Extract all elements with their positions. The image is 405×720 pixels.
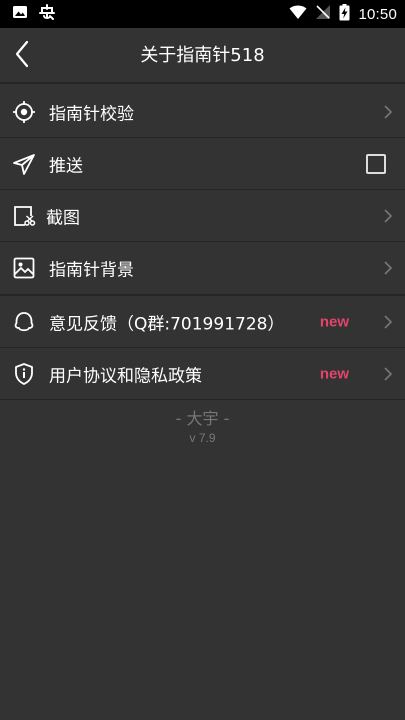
footer-version: v 7.9 [189, 431, 216, 445]
app-bar: 关于指南针518 [0, 28, 405, 84]
chevron-right-icon [383, 260, 393, 276]
menu-item-label: 推送 [49, 156, 83, 176]
status-time: 10:50 [358, 5, 397, 23]
chevron-right-icon [383, 366, 393, 382]
chevron-right-icon [383, 104, 393, 120]
menu-item-screenshot[interactable]: 截图 [0, 190, 405, 242]
menu-item-label: 指南针校验 [49, 104, 134, 124]
push-checkbox[interactable] [366, 153, 386, 174]
footer-author: - 大宇 - [175, 409, 230, 428]
picture-icon [12, 256, 36, 280]
signal-off-icon [315, 4, 331, 24]
feedback-icon [12, 310, 36, 334]
status-bar: 10:50 [0, 0, 405, 28]
page-title: 关于指南针518 [140, 45, 265, 66]
settings-menu: 指南针校验 推送 截图 指南针背景 意见反馈（Q群:701991728） new… [0, 86, 405, 400]
menu-item-compass-background[interactable]: 指南针背景 [0, 242, 405, 296]
menu-item-label: 意见反馈（Q群:701991728） [49, 314, 285, 334]
menu-item-label: 指南针背景 [49, 260, 134, 281]
chevron-right-icon [383, 208, 393, 224]
chevron-right-icon [383, 314, 393, 330]
menu-item-compass-calibration[interactable]: 指南针校验 [0, 86, 405, 138]
menu-item-feedback[interactable]: 意见反馈（Q群:701991728） new [0, 296, 405, 348]
wifi-icon [289, 4, 307, 24]
menu-item-privacy-policy[interactable]: 用户协议和隐私政策 new [0, 348, 405, 400]
screenshot-icon [12, 204, 36, 228]
new-badge: new [319, 313, 349, 330]
image-icon [12, 4, 28, 24]
menu-item-push[interactable]: 推送 [0, 138, 405, 190]
menu-item-label: 截图 [46, 208, 80, 228]
bug-icon [38, 3, 56, 25]
battery-charging-icon [339, 3, 350, 25]
send-icon [12, 152, 36, 176]
new-badge: new [319, 365, 349, 382]
menu-item-label: 用户协议和隐私政策 [49, 366, 202, 386]
shield-icon [12, 362, 36, 386]
crosshair-icon [12, 100, 36, 124]
